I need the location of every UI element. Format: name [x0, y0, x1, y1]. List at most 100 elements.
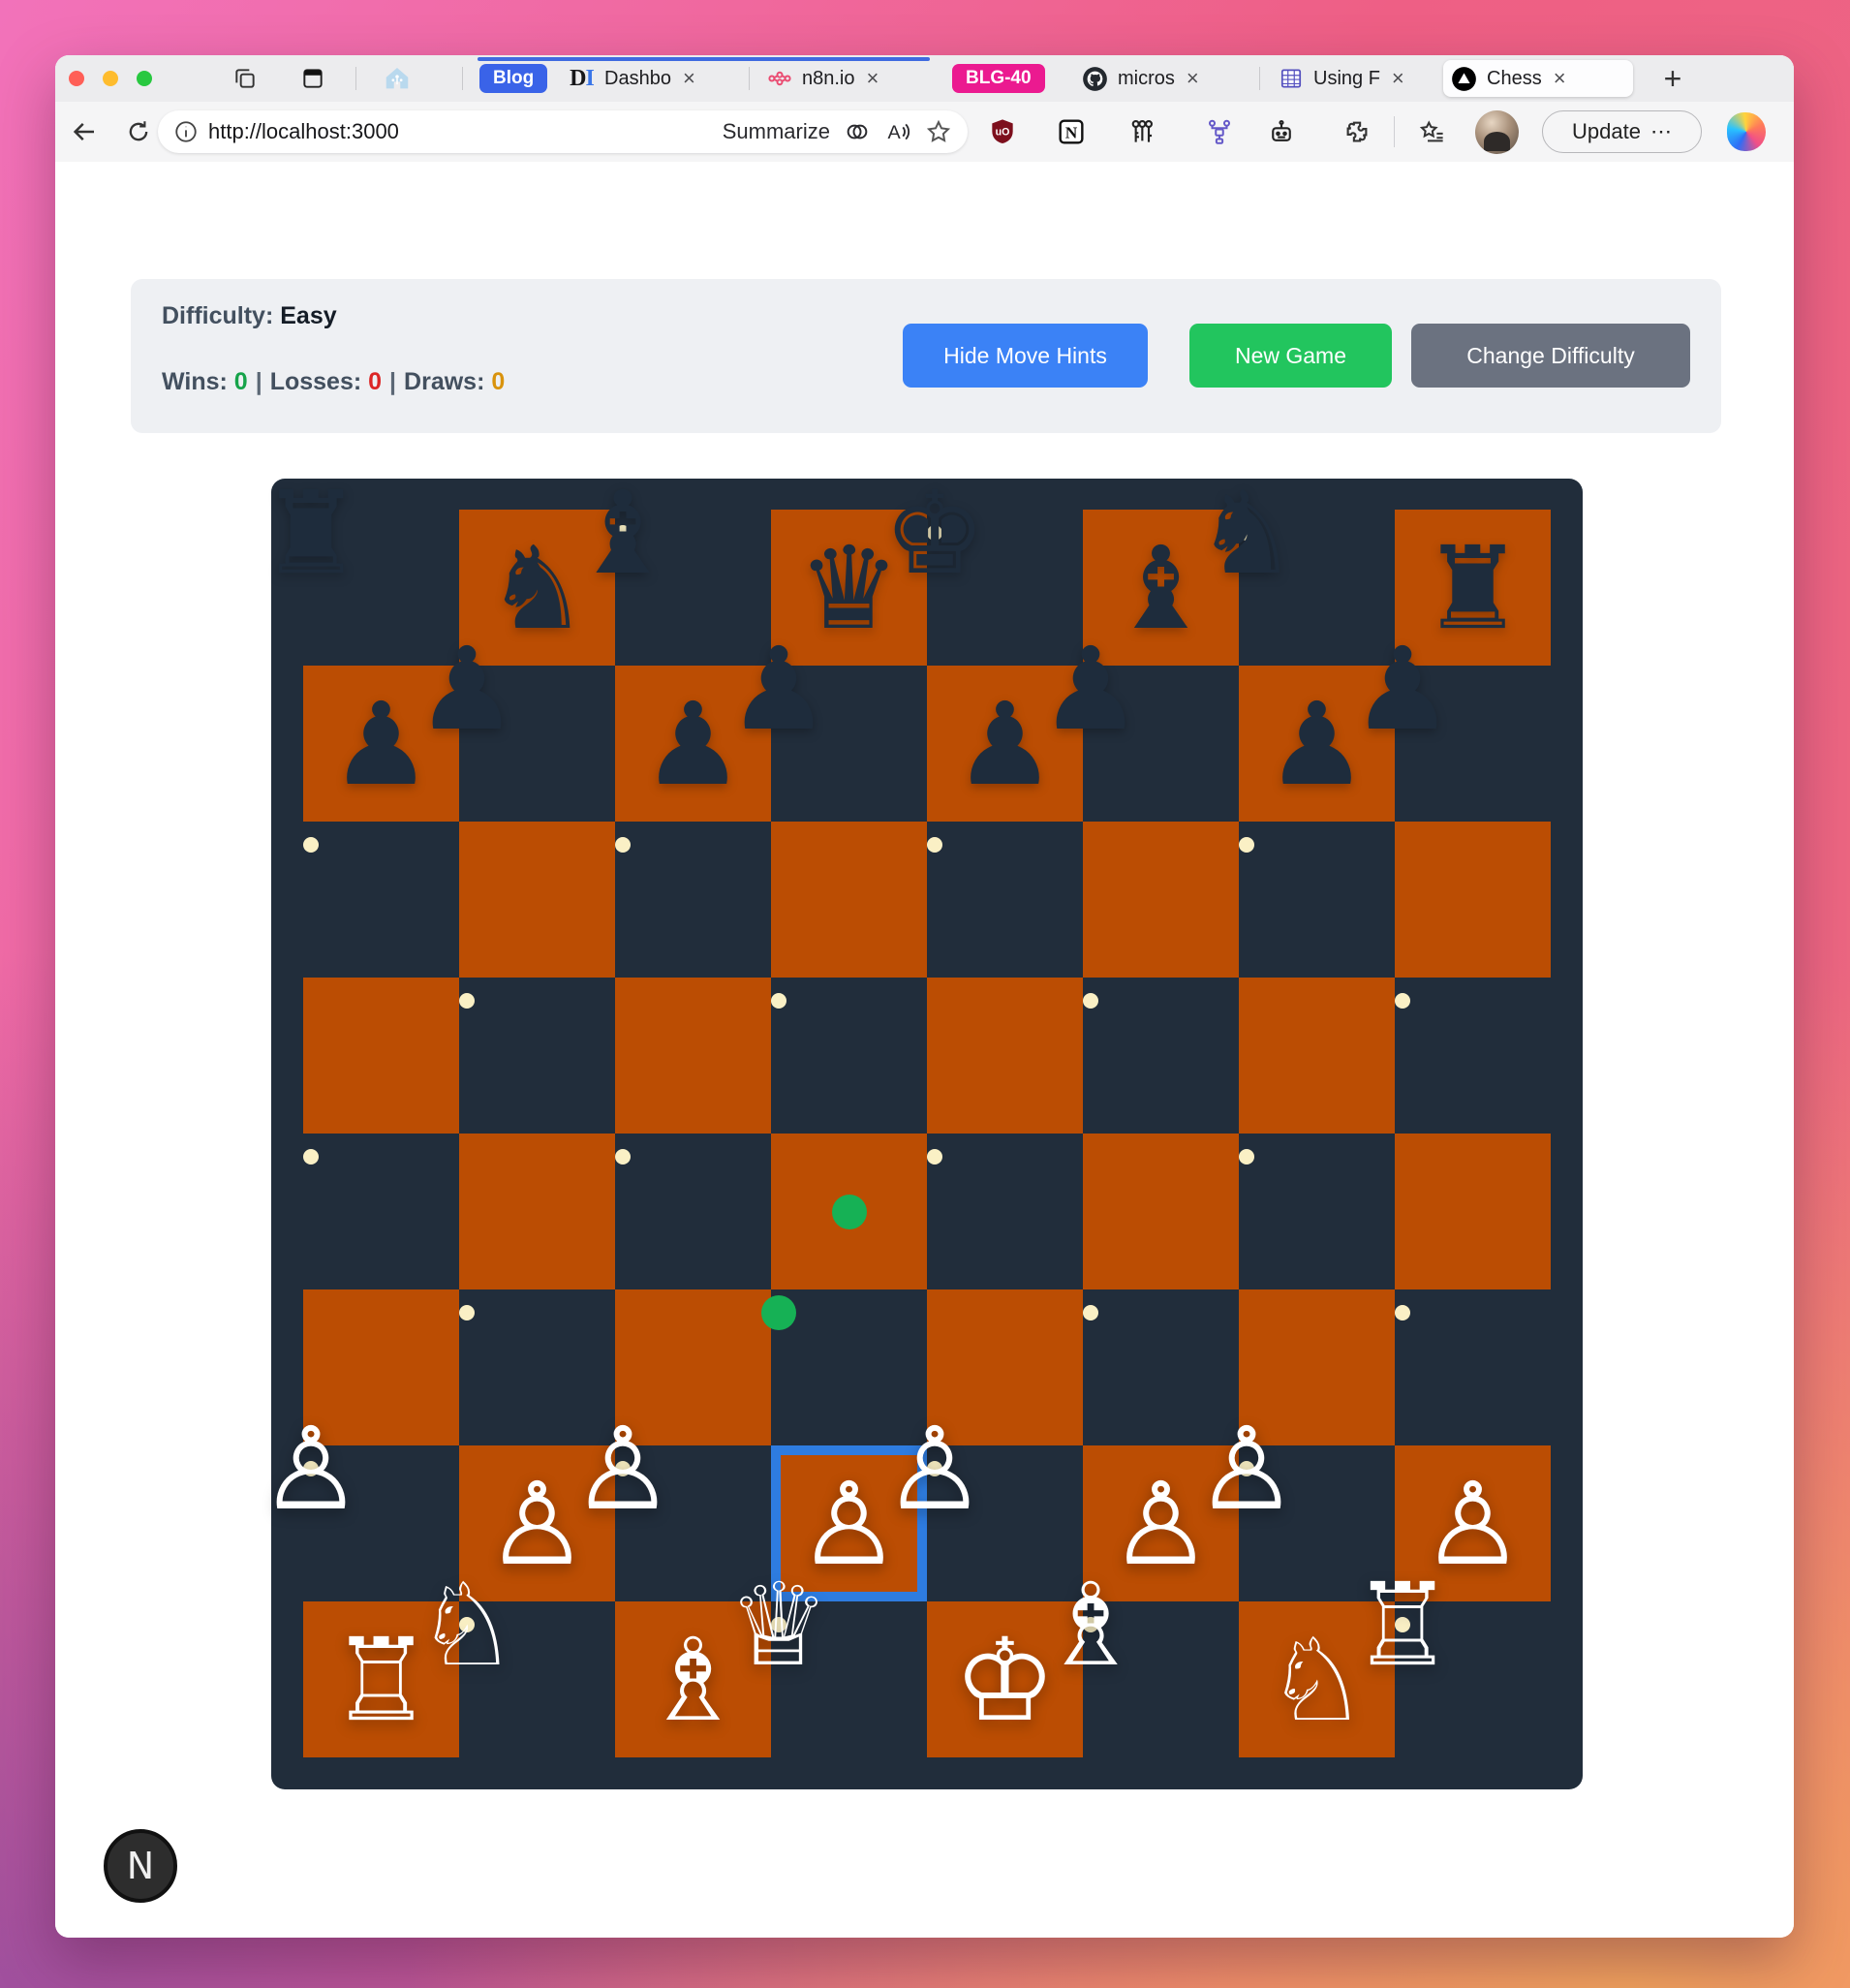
square-h6[interactable] [1395, 822, 1551, 978]
square-c6[interactable] [615, 837, 631, 853]
square-b7[interactable]: ♟ [459, 681, 475, 697]
tab-spreadsheet[interactable]: Using F × [1270, 60, 1412, 97]
square-c4[interactable] [615, 1149, 631, 1165]
square-e2[interactable]: ♙ [927, 1461, 942, 1476]
square-f5[interactable] [1083, 993, 1098, 1009]
passwords-keys-icon[interactable] [1125, 116, 1156, 147]
nextjs-dev-badge[interactable]: N [104, 1829, 177, 1903]
tab-close-icon[interactable]: × [867, 66, 879, 91]
reader-listen-icon[interactable]: A [884, 118, 911, 145]
summarize-label[interactable]: Summarize [723, 119, 830, 144]
tab-close-icon[interactable]: × [683, 66, 695, 91]
workflow-nodes-icon[interactable] [1204, 116, 1235, 147]
menu-dots-icon[interactable]: ⋯ [1650, 119, 1672, 144]
square-b1[interactable]: ♘ [459, 1617, 475, 1632]
robot-icon[interactable] [1266, 116, 1297, 147]
square-f3[interactable] [1083, 1305, 1098, 1320]
square-d5[interactable] [771, 993, 786, 1009]
chess-board: ♜♞♝♛♚♝♞♜♟♟♟♟♟♟♟♟♙♙♙♙♙♙♙♙♖♘♗♕♔♗♘♖ [303, 510, 1551, 1757]
tab-dashboard[interactable]: DI Dashbo × [561, 60, 703, 97]
new-tab-button[interactable]: + [1655, 61, 1690, 96]
close-window-button[interactable] [69, 71, 84, 86]
difficulty-value: Easy [280, 302, 336, 329]
copilot-icon[interactable] [1727, 112, 1766, 151]
tab-group-blg-40[interactable]: BLG-40 [952, 64, 1045, 93]
tab-group-blog[interactable]: Blog [479, 64, 547, 93]
white-pawn-c2: ♙ [571, 1412, 674, 1526]
hide-move-hints-button[interactable]: Hide Move Hints [903, 324, 1148, 388]
square-f7[interactable]: ♟ [1083, 681, 1098, 697]
reload-icon[interactable] [123, 116, 154, 147]
url-bar[interactable]: http://localhost:3000 Summarize A [158, 110, 968, 153]
change-difficulty-button[interactable]: Change Difficulty [1411, 324, 1690, 388]
square-e4[interactable] [927, 1149, 942, 1165]
square-h4[interactable] [1395, 1134, 1551, 1289]
svg-text:A: A [888, 122, 902, 143]
divider [462, 67, 463, 90]
square-a8[interactable]: ♜ [303, 525, 319, 541]
separator: | [382, 368, 404, 395]
tab-github-microsoft[interactable]: micros × [1074, 60, 1207, 97]
square-h1[interactable]: ♖ [1395, 1617, 1410, 1632]
square-a6[interactable] [303, 837, 319, 853]
new-game-button[interactable]: New Game [1189, 324, 1392, 388]
square-c5[interactable] [615, 978, 771, 1134]
bookmark-star-icon[interactable] [925, 118, 952, 145]
extensions-puzzle-icon[interactable] [1341, 116, 1372, 147]
black-pawn-b7: ♟ [416, 632, 518, 746]
tab-close-icon[interactable]: × [1187, 66, 1199, 91]
square-h7[interactable]: ♟ [1395, 681, 1410, 697]
square-f4[interactable] [1083, 1134, 1239, 1289]
square-d1[interactable]: ♕ [771, 1617, 786, 1632]
square-a2[interactable]: ♙ [303, 1461, 319, 1476]
square-d7[interactable]: ♟ [771, 681, 786, 697]
back-icon[interactable] [69, 116, 100, 147]
update-button[interactable]: Update ⋯ [1542, 110, 1702, 153]
square-d3[interactable] [771, 1305, 786, 1320]
square-h3[interactable] [1395, 1305, 1410, 1320]
minimize-window-button[interactable] [103, 71, 118, 86]
square-b3[interactable] [459, 1305, 475, 1320]
square-e6[interactable] [927, 837, 942, 853]
square-e5[interactable] [927, 978, 1083, 1134]
square-e8[interactable]: ♚ [927, 525, 942, 541]
square-f6[interactable] [1083, 822, 1239, 978]
square-h5[interactable] [1395, 993, 1410, 1009]
home-assistant-pinned-tab-icon[interactable] [383, 64, 412, 93]
square-g2[interactable]: ♙ [1239, 1461, 1254, 1476]
square-a5[interactable] [303, 978, 459, 1134]
firefox-view-icon[interactable] [232, 66, 258, 91]
square-g6[interactable] [1239, 837, 1254, 853]
zoom-window-button[interactable] [137, 71, 152, 86]
square-b4[interactable] [459, 1134, 615, 1289]
square-b6[interactable] [459, 822, 615, 978]
tab-n8n[interactable]: n8n.io × [758, 60, 886, 97]
summarize-icon[interactable] [844, 118, 871, 145]
move-hint-dot-d4[interactable] [832, 1195, 867, 1229]
square-b5[interactable] [459, 993, 475, 1009]
move-hint-dot-d3[interactable] [761, 1295, 796, 1330]
square-c8[interactable]: ♝ [615, 525, 631, 541]
white-pawn-e2: ♙ [883, 1412, 986, 1526]
square-a4[interactable] [303, 1149, 319, 1165]
svg-text:N: N [1065, 124, 1078, 142]
square-g5[interactable] [1239, 978, 1395, 1134]
square-d4[interactable] [771, 1134, 927, 1289]
ublock-shield-icon[interactable]: uO [987, 116, 1018, 147]
tab-manager-icon[interactable] [300, 66, 325, 91]
bookmarks-list-icon[interactable] [1417, 116, 1448, 147]
site-info-icon[interactable] [173, 119, 199, 144]
tab-close-icon[interactable]: × [1554, 66, 1566, 91]
square-c2[interactable]: ♙ [615, 1461, 631, 1476]
url-text[interactable]: http://localhost:3000 [208, 119, 399, 144]
square-d6[interactable] [771, 822, 927, 978]
notion-icon[interactable]: N [1056, 116, 1087, 147]
black-pawn-f7: ♟ [1039, 632, 1142, 746]
square-f1[interactable]: ♗ [1083, 1617, 1098, 1632]
tab-close-icon[interactable]: × [1392, 66, 1404, 91]
square-g8[interactable]: ♞ [1239, 525, 1254, 541]
separator: | [248, 368, 270, 395]
profile-avatar[interactable] [1475, 110, 1519, 154]
square-g4[interactable] [1239, 1149, 1254, 1165]
tab-chess-active[interactable]: Chess × [1443, 60, 1633, 97]
